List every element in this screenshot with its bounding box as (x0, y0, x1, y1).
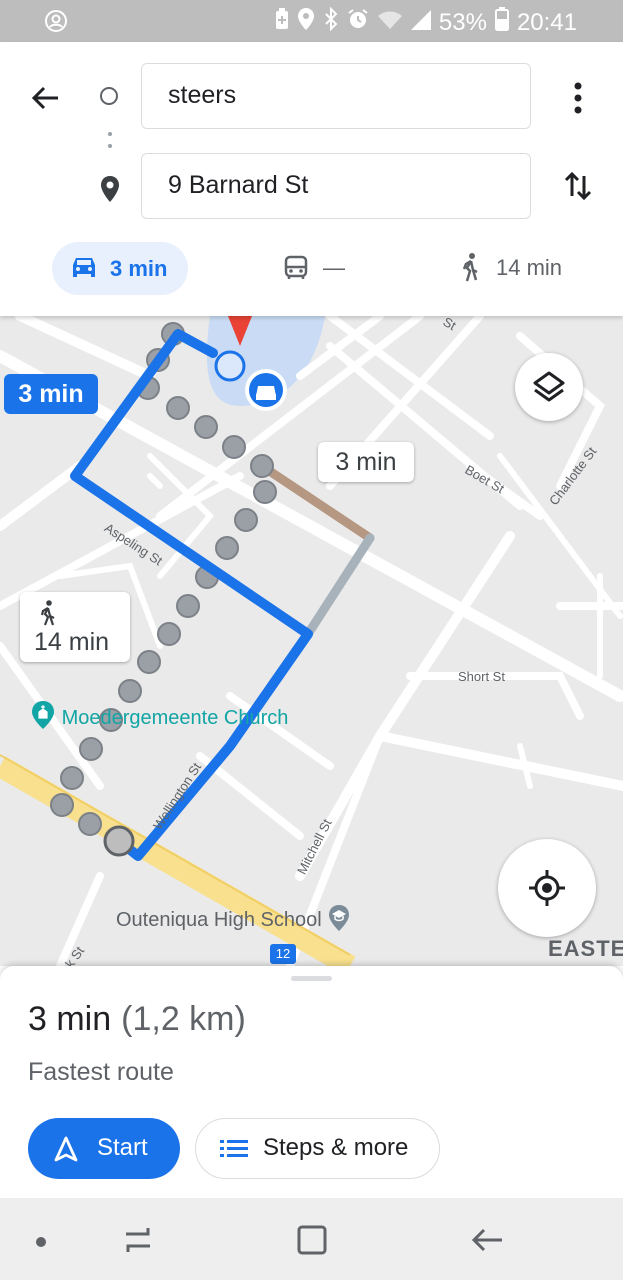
walk-time-callout[interactable]: 14 min (20, 592, 130, 662)
route-subtitle: Fastest route (28, 1058, 174, 1086)
drive-time-callout[interactable]: 3 min (4, 374, 98, 414)
street-label-short: Short St (458, 669, 505, 684)
poi-church-label: Moedergemeente Church (61, 707, 289, 729)
more-vert-icon (574, 82, 582, 114)
route-summary-sheet: 3 min (1,2 km) Fastest route Start Steps … (0, 966, 623, 1198)
nav-dot-icon[interactable] (35, 1235, 47, 1253)
tab-driving[interactable]: 3 min (52, 242, 188, 295)
start-button-label: Start (97, 1134, 148, 1161)
route-summary: 3 min (1,2 km) (28, 1000, 246, 1039)
location-icon (297, 7, 315, 38)
clock-time: 20:41 (516, 8, 577, 36)
home-icon[interactable] (296, 1224, 328, 1261)
route-connector-dots (108, 132, 112, 156)
directions-panel: steers 9 Barnard St 3 min — 14 min (0, 42, 623, 316)
recent-apps-icon[interactable] (122, 1224, 154, 1261)
wifi-icon (377, 9, 403, 37)
car-icon (73, 258, 95, 277)
poi-school-label: Outeniqua High School (116, 909, 322, 931)
route-end-point (214, 350, 246, 382)
battery-saver-icon (275, 8, 289, 37)
route-distance: (1,2 km) (121, 1000, 246, 1038)
walk-icon (40, 600, 55, 626)
more-options-button[interactable] (568, 80, 588, 116)
layers-button[interactable] (515, 353, 583, 421)
steps-and-more-button[interactable]: Steps & more (195, 1118, 440, 1179)
account-circle-icon (44, 9, 68, 38)
driving-time: 3 min (110, 256, 168, 281)
battery-icon (494, 7, 509, 38)
tab-transit[interactable]: — (283, 255, 345, 287)
church-pin-icon (32, 701, 54, 729)
system-nav-bar (0, 1198, 623, 1280)
arrow-back-icon (31, 86, 58, 110)
battery-percentage: 53% (438, 8, 487, 36)
bluetooth-icon (323, 6, 339, 38)
alt-route-callout[interactable]: 3 min (318, 442, 414, 482)
walking-time: 14 min (496, 255, 563, 280)
walk-icon (462, 253, 478, 282)
school-pin-icon (329, 905, 350, 931)
route-shield: 12 (270, 944, 296, 964)
bus-icon (284, 255, 308, 279)
nav-back-icon[interactable] (470, 1224, 504, 1261)
origin-input[interactable]: steers (141, 63, 531, 129)
poi-church[interactable]: Moedergemeente Church (30, 700, 288, 730)
start-button[interactable]: Start (28, 1118, 180, 1179)
layers-icon (533, 371, 565, 402)
alarm-icon (347, 8, 369, 37)
destination-pin-icon (98, 174, 122, 209)
origin-circle-icon (100, 87, 118, 105)
map-view[interactable]: Aspeling St Wellington St Mitchell St Sh… (0, 316, 623, 966)
area-label: EASTE (548, 936, 623, 961)
my-location-icon (529, 870, 565, 906)
sheet-drag-handle[interactable] (291, 976, 332, 981)
walk-callout-time: 14 min (34, 628, 110, 656)
destination-input[interactable]: 9 Barnard St (141, 153, 531, 219)
transit-time: — (323, 255, 345, 280)
status-bar: 53% 20:41 (0, 0, 623, 42)
navigation-arrow-icon (54, 1136, 78, 1162)
signal-icon (410, 9, 431, 37)
my-location-button[interactable] (498, 839, 596, 937)
route-duration: 3 min (28, 1000, 112, 1038)
route-start-point (103, 825, 135, 857)
list-icon (220, 1140, 248, 1157)
swap-vert-icon (564, 171, 592, 201)
steps-button-label: Steps & more (263, 1134, 409, 1161)
tab-walking[interactable]: 14 min (458, 252, 562, 288)
back-button[interactable] (28, 80, 64, 116)
alt-route-segment (303, 533, 375, 639)
swap-directions-button[interactable] (560, 168, 596, 204)
poi-school[interactable]: Outeniqua High School (116, 904, 351, 932)
